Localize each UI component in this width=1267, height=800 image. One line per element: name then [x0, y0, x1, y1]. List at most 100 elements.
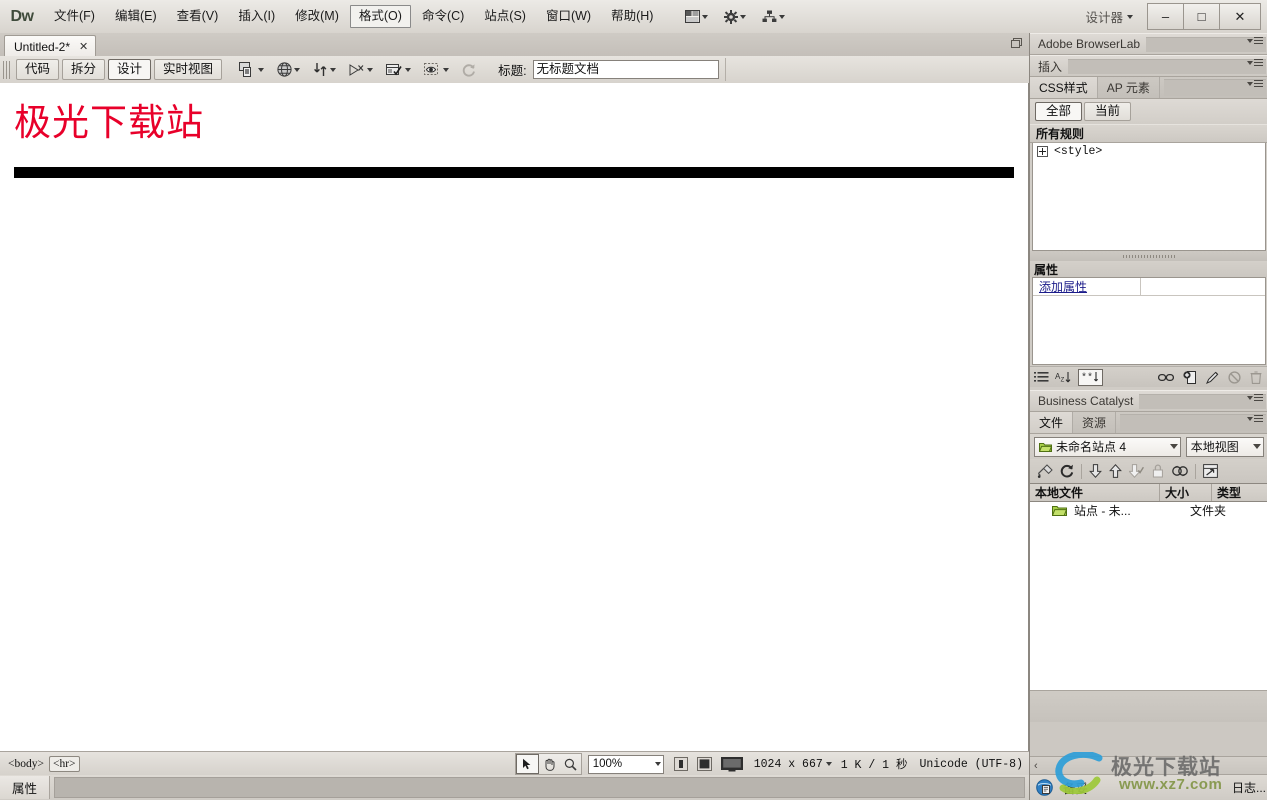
synchronize-button[interactable] [1172, 464, 1188, 478]
zoom-level-select[interactable]: 100% [587, 754, 664, 774]
dock-log-link[interactable]: 日志... [1232, 779, 1266, 796]
refresh-button[interactable] [462, 63, 476, 77]
horizontal-rule[interactable] [14, 167, 1014, 178]
panel-menu-button[interactable] [1247, 59, 1263, 66]
put-files-button[interactable] [1109, 464, 1122, 478]
menu-edit[interactable]: 编辑(E) [106, 5, 166, 28]
panel-insert[interactable]: 插入 [1030, 55, 1267, 77]
properties-tab[interactable]: 属性 [0, 776, 51, 799]
connect-remote-host-button[interactable] [1037, 464, 1053, 478]
file-name-cell[interactable]: 站点 - 未... [1030, 502, 1176, 519]
toolbar-filler [724, 58, 1029, 81]
site-select[interactable]: 未命名站点 4 [1034, 436, 1181, 457]
menu-insert[interactable]: 插入(I) [229, 5, 284, 28]
desktop-size-button[interactable] [720, 756, 743, 772]
expand-icon[interactable] [1037, 146, 1048, 157]
restore-document-button[interactable] [1010, 37, 1023, 50]
attach-stylesheet-button[interactable] [1158, 372, 1174, 383]
multiscreen-preview-button[interactable] [239, 62, 265, 77]
document-tab[interactable]: Untitled-2* ✕ [4, 35, 97, 57]
disable-property-button[interactable] [1228, 370, 1241, 384]
column-type[interactable]: 类型 [1212, 484, 1267, 501]
chevron-down-icon[interactable] [1127, 14, 1133, 19]
property-value-cell[interactable] [1141, 278, 1265, 295]
get-files-button[interactable] [1089, 464, 1102, 478]
panel-menu-button[interactable] [1247, 415, 1263, 422]
css-rules-list[interactable]: <style> [1032, 143, 1266, 251]
validate-markup-button[interactable] [349, 63, 374, 77]
tag-body[interactable]: <body> [4, 756, 48, 772]
minimize-button[interactable]: – [1148, 4, 1184, 29]
page-heading[interactable]: 极光下载站 [0, 83, 1028, 145]
live-code-inspect-button[interactable] [424, 62, 450, 77]
panel-insert-title: 插入 [1038, 59, 1063, 74]
page-title-input[interactable] [532, 60, 719, 79]
list-item[interactable]: <style> [1033, 143, 1265, 160]
select-tool-button[interactable] [515, 754, 539, 774]
toolbar-grip[interactable] [3, 60, 12, 79]
close-icon[interactable]: ✕ [79, 40, 88, 53]
view-code-button[interactable]: 代码 [16, 59, 60, 80]
document-toolbar: 代码 拆分 设计 实时视图 标题: 无标题文档 [0, 56, 1029, 84]
gear-icon-button[interactable] [724, 9, 747, 24]
set-properties-button[interactable]: ** [1078, 368, 1103, 386]
table-row[interactable]: 添加属性 [1033, 278, 1265, 296]
files-list[interactable]: 站点 - 未... 文件夹 [1030, 502, 1267, 691]
tab-assets[interactable]: 资源 [1073, 412, 1117, 433]
css-properties-table[interactable]: 添加属性 [1032, 277, 1266, 365]
file-management-button[interactable] [313, 62, 337, 77]
panel-menu-button[interactable] [1247, 37, 1263, 44]
menu-modify[interactable]: 修改(M) [286, 5, 348, 28]
workspace-switcher-label[interactable]: 设计器 [1085, 7, 1123, 26]
css-all-button[interactable]: 全部 [1035, 102, 1083, 121]
window-dimensions[interactable]: 1024 x 667 [754, 758, 832, 771]
menu-file[interactable]: 文件(F) [45, 5, 104, 28]
table-row[interactable]: 站点 - 未... 文件夹 [1030, 502, 1267, 519]
check-out-button[interactable] [1129, 464, 1144, 478]
view-split-button[interactable]: 拆分 [62, 59, 106, 80]
delete-property-button[interactable] [1250, 370, 1262, 384]
panel-menu-button[interactable] [1247, 394, 1263, 401]
refresh-files-button[interactable] [1060, 464, 1074, 478]
layout-icon-button[interactable] [685, 10, 709, 23]
phone-size-button[interactable] [673, 757, 688, 771]
menu-site[interactable]: 站点(S) [475, 5, 535, 28]
close-button[interactable]: ✕ [1220, 4, 1260, 29]
add-property-link[interactable]: 添加属性 [1039, 278, 1087, 295]
expand-collapse-button[interactable] [1203, 464, 1218, 478]
menu-commands[interactable]: 命令(C) [413, 5, 473, 28]
menu-window[interactable]: 窗口(W) [537, 5, 600, 28]
tablet-size-button[interactable] [696, 757, 712, 771]
preview-in-browser-button[interactable] [277, 62, 301, 77]
list-view-button[interactable]: A Z [1055, 371, 1072, 384]
menu-help[interactable]: 帮助(H) [602, 5, 662, 28]
menu-view[interactable]: 查看(V) [168, 5, 228, 28]
category-view-button[interactable] [1034, 371, 1049, 383]
panel-browserlab[interactable]: Adobe BrowserLab [1030, 33, 1267, 55]
zoom-tool-button[interactable] [560, 755, 581, 773]
edit-rule-button[interactable] [1206, 371, 1219, 384]
panel-menu-button[interactable] [1247, 80, 1263, 87]
css-current-button[interactable]: 当前 [1084, 102, 1132, 121]
tag-hr[interactable]: <hr> [48, 756, 80, 772]
check-in-button[interactable] [1151, 464, 1165, 478]
site-icon-button[interactable] [762, 10, 786, 23]
view-design-button[interactable]: 设计 [108, 59, 152, 80]
view-select[interactable]: 本地视图 [1185, 436, 1264, 457]
column-size[interactable]: 大小 [1160, 484, 1212, 501]
design-canvas[interactable]: 极光下载站 [0, 83, 1029, 751]
panel-splitter[interactable] [1030, 251, 1267, 261]
new-css-rule-button[interactable] [1183, 370, 1197, 384]
menu-format[interactable]: 格式(O) [349, 5, 411, 28]
property-name-cell[interactable]: 添加属性 [1033, 278, 1141, 295]
tab-css-styles[interactable]: CSS样式 [1030, 77, 1098, 98]
hand-tool-button[interactable] [539, 755, 560, 773]
view-live-button[interactable]: 实时视图 [154, 59, 223, 80]
tab-ap-elements[interactable]: AP 元素 [1098, 77, 1160, 98]
visual-aids-button[interactable] [386, 63, 412, 77]
scroll-left-button[interactable]: ‹ [1034, 760, 1038, 772]
tab-files[interactable]: 文件 [1030, 412, 1074, 433]
maximize-button[interactable]: □ [1184, 4, 1220, 29]
column-local-files[interactable]: 本地文件 [1030, 484, 1160, 501]
panel-business-catalyst[interactable]: Business Catalyst [1030, 390, 1267, 412]
